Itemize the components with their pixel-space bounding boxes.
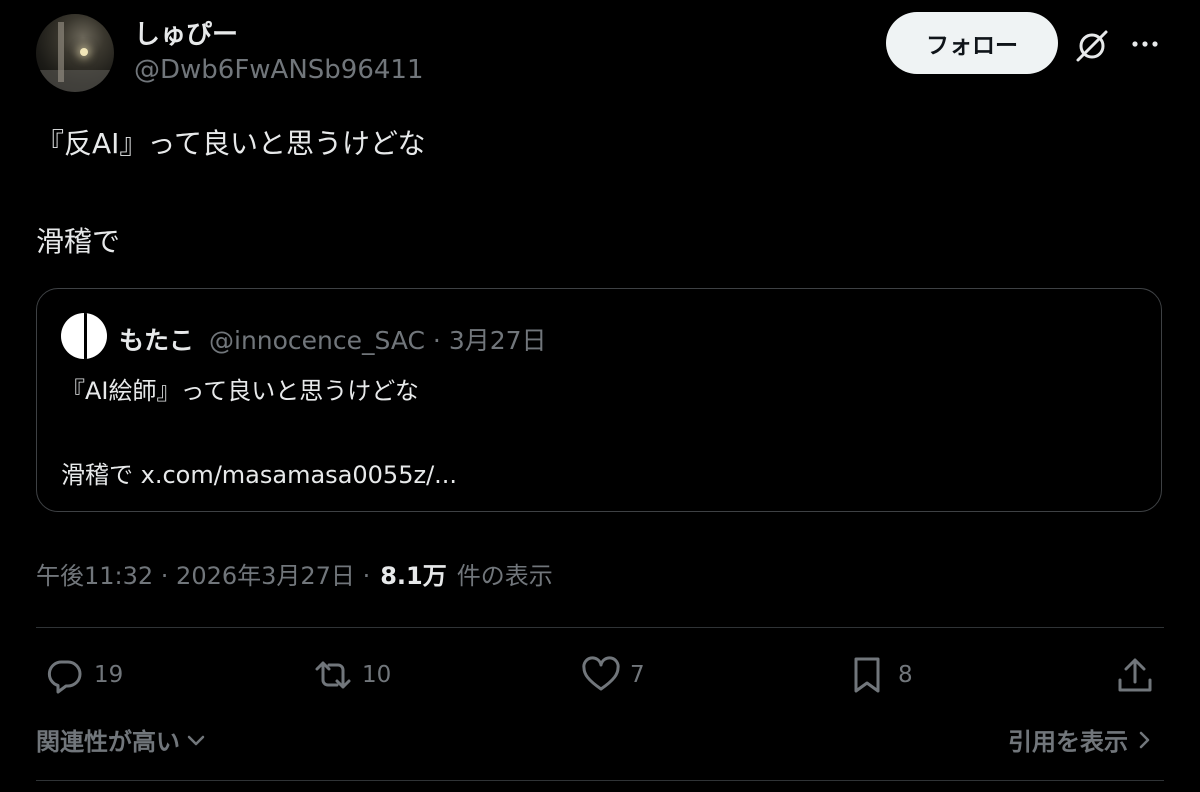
repost-icon bbox=[315, 661, 351, 689]
quoted-text-line1: 『AI絵師』って良いと思うけどな bbox=[61, 377, 419, 405]
like-count: 7 bbox=[630, 662, 645, 688]
more-icon[interactable] bbox=[1128, 30, 1162, 58]
post-detail: しゅぴー @Dwb6FwANSb96411 フォロー 『反AI』って良いと思うけ… bbox=[0, 0, 1175, 792]
post-meta: 午後11:32 · 2026年3月27日 · 8.1万 件の表示 bbox=[36, 556, 553, 591]
view-count-label: 件の表示 bbox=[456, 562, 553, 590]
share-icon bbox=[1118, 658, 1152, 692]
quoted-avatar[interactable] bbox=[61, 313, 107, 359]
like-button[interactable]: 7 bbox=[580, 654, 645, 696]
sort-label: 関連性が高い bbox=[36, 728, 180, 756]
bookmark-icon bbox=[854, 657, 880, 693]
quoted-handle-date: @innocence_SAC · 3月27日 bbox=[209, 326, 547, 355]
divider-bottom bbox=[36, 780, 1164, 781]
divider-top bbox=[36, 627, 1164, 628]
reply-count: 19 bbox=[94, 662, 124, 688]
grok-icon[interactable] bbox=[1072, 26, 1112, 66]
quoted-text-line2: 滑稽で x.com/masamasa0055z/... bbox=[61, 461, 458, 489]
post-timestamp[interactable]: 午後11:32 · 2026年3月27日 · bbox=[36, 556, 370, 591]
post-text-line1: 『反AI』って良いと思うけどな bbox=[36, 127, 426, 160]
post-text-line2: 滑稽で bbox=[36, 225, 121, 258]
reply-button[interactable]: 19 bbox=[44, 654, 123, 696]
view-quotes-label: 引用を表示 bbox=[1008, 728, 1128, 756]
quoted-avatar-split bbox=[84, 313, 87, 359]
author-handle[interactable]: @Dwb6FwANSb96411 bbox=[134, 55, 424, 85]
author-avatar[interactable] bbox=[36, 14, 114, 92]
quoted-author-name: もたこ bbox=[119, 326, 195, 355]
bookmark-count: 8 bbox=[898, 662, 913, 688]
bookmark-button[interactable]: 8 bbox=[848, 654, 913, 696]
follow-button[interactable]: フォロー bbox=[886, 12, 1058, 74]
chevron-down-icon bbox=[187, 735, 205, 745]
chevron-right-icon bbox=[1139, 731, 1150, 748]
share-button[interactable] bbox=[1114, 654, 1156, 696]
repost-button[interactable]: 10 bbox=[312, 654, 391, 696]
view-count: 8.1万 bbox=[380, 562, 447, 590]
avatar-ground bbox=[36, 70, 114, 92]
avatar-tree bbox=[58, 22, 64, 82]
repost-count: 10 bbox=[362, 662, 392, 688]
author-name[interactable]: しゅぴー bbox=[134, 14, 238, 51]
view-quotes-link[interactable]: 引用を表示 bbox=[1008, 722, 1156, 757]
page-edge bbox=[1174, 0, 1200, 792]
like-icon bbox=[582, 656, 620, 691]
reply-icon bbox=[47, 660, 82, 694]
quoted-post[interactable]: もたこ @innocence_SAC · 3月27日 『AI絵師』って良いと思う… bbox=[36, 288, 1162, 512]
sort-relevance[interactable]: 関連性が高い bbox=[36, 722, 208, 757]
avatar-light bbox=[80, 48, 88, 56]
